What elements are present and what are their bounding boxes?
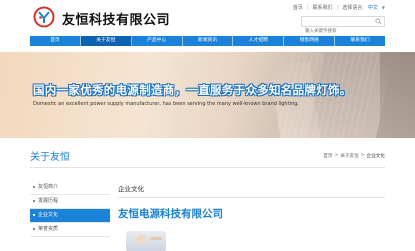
photo-person — [150, 237, 162, 240]
company-name[interactable]: 友恒科技有限公司 — [62, 9, 170, 28]
nav-item-news[interactable]: 新闻资讯 — [183, 36, 234, 46]
language-label: 选择语言: — [342, 5, 364, 11]
search-icon[interactable] — [375, 18, 382, 25]
sidebar-item-honors[interactable]: 荣誉资质 — [30, 223, 110, 237]
chevron-down-icon[interactable]: ▼ — [382, 5, 385, 10]
main-nav: 首页 关于友恒 产品中心 新闻资讯 人才招聘 销售网络 联系我们 — [30, 36, 385, 46]
breadcrumb-separator: > — [334, 153, 339, 158]
top-link-contact[interactable]: 联系我们 — [313, 4, 333, 11]
hero-banner: 国内一家优秀的电源制造商，一直服务于众多知名品牌灯饰。 Domestic an … — [0, 52, 415, 138]
nav-item-careers[interactable]: 人才招聘 — [233, 36, 285, 46]
nav-item-about[interactable]: 关于友恒 — [80, 36, 132, 46]
nav-item-products[interactable]: 产品中心 — [132, 36, 183, 46]
culture-photo — [126, 231, 166, 251]
section-header: 关于友恒 首页 > 关于友恒 > 企业文化 — [30, 147, 385, 168]
content-heading: 友恒电源科技有限公司 — [118, 208, 223, 220]
search-box — [301, 16, 385, 36]
section-title: 关于友恒 — [30, 152, 70, 163]
site-header: 友恒科技有限公司 首页 | 联系我们 | 选择语言: 中文 ▼ — [0, 0, 415, 36]
sidebar-item-culture[interactable]: 企业文化 — [30, 209, 110, 223]
main-content: 企业文化 友恒电源科技有限公司 — [118, 183, 385, 251]
nav-item-home[interactable]: 首页 — [30, 36, 81, 46]
breadcrumb-home[interactable]: 首页 — [323, 153, 332, 159]
separator: | — [336, 4, 339, 11]
top-link-home[interactable]: 首页 — [293, 4, 303, 11]
photo-person — [136, 234, 146, 244]
sidebar-item-history[interactable]: 发展历程 — [30, 195, 110, 209]
top-links: 首页 | 联系我们 | 选择语言: 中文 ▼ — [293, 4, 385, 12]
breadcrumb-about[interactable]: 关于友恒 — [340, 153, 358, 159]
search-input[interactable] — [302, 27, 371, 36]
sidebar-item-intro[interactable]: 友恒简介 — [30, 181, 110, 195]
banner-slogan-en: Domestic an excellent power supply manuf… — [33, 101, 299, 107]
breadcrumb-current: 企业文化 — [366, 154, 385, 159]
company-logo-icon[interactable] — [33, 6, 55, 28]
separator: | — [306, 4, 309, 11]
language-select[interactable]: 中文 — [368, 4, 378, 11]
breadcrumb: 首页 > 关于友恒 > 企业文化 — [323, 153, 385, 159]
breadcrumb-separator: > — [360, 153, 365, 158]
sidebar-menu: 友恒简介 发展历程 企业文化 荣誉资质 — [30, 181, 110, 237]
nav-item-sales-network[interactable]: 销售网络 — [284, 36, 336, 46]
banner-slogan-cn: 国内一家优秀的电源制造商，一直服务于众多知名品牌灯饰。 — [33, 83, 352, 97]
banner-building-graphic — [380, 52, 415, 138]
content-title: 企业文化 — [118, 183, 385, 198]
nav-item-contact[interactable]: 联系我们 — [335, 36, 385, 46]
